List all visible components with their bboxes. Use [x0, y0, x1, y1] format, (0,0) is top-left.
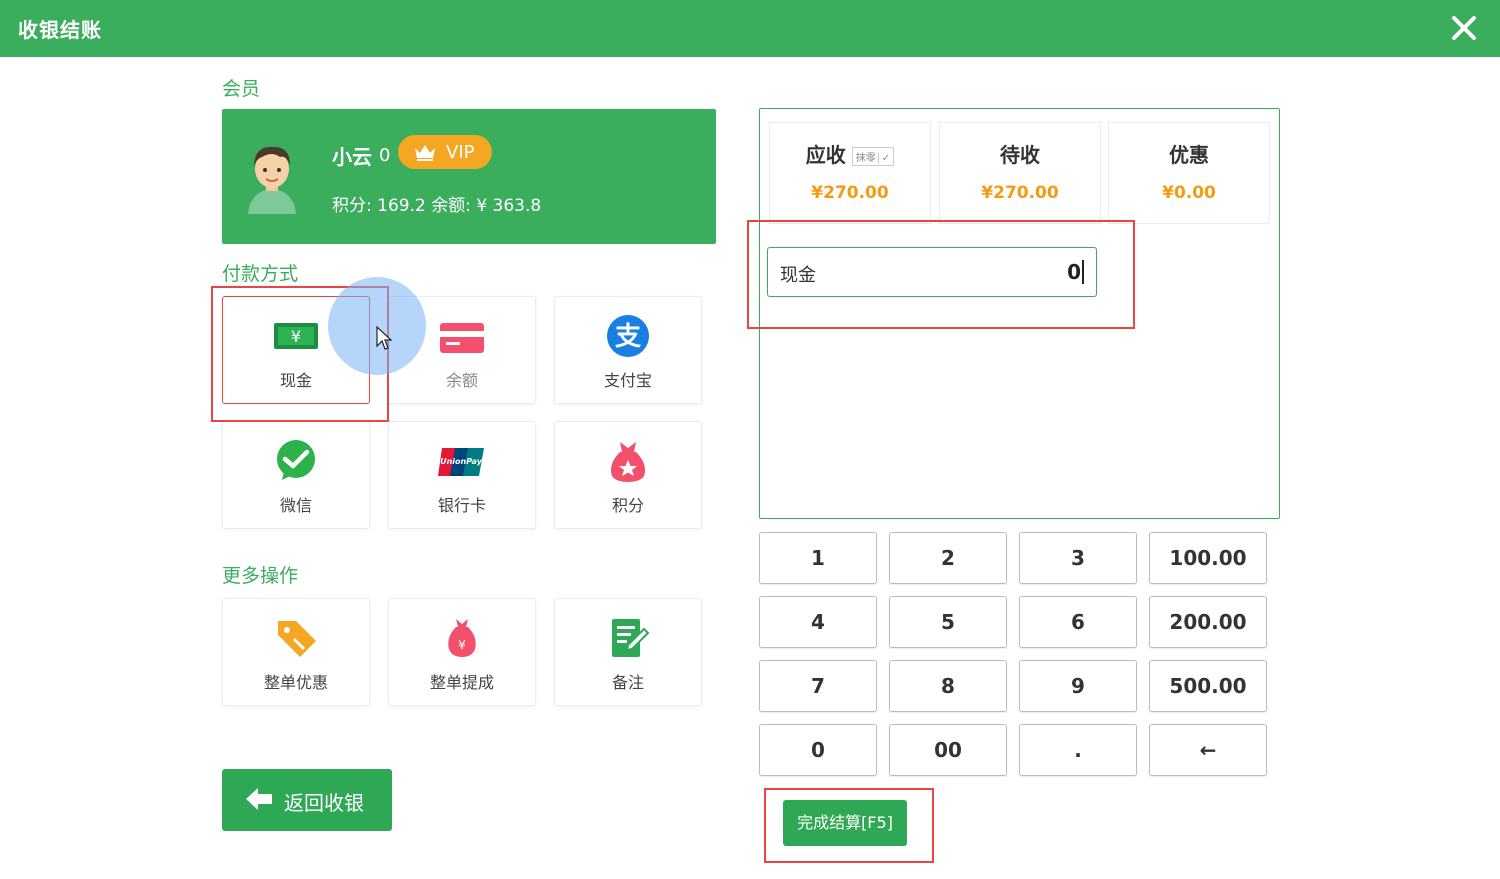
receivable-label-row: 应收 抹零 ✓ — [770, 139, 930, 168]
payment-label: 余额 — [445, 371, 478, 390]
window-title: 收银结账 — [18, 18, 102, 42]
member-card[interactable]: 小云 0 VIP 积分: 169.2 余额: ¥ 363.8 — [222, 109, 716, 244]
vip-badge: VIP — [398, 135, 492, 169]
moling-label: 抹零 — [855, 153, 876, 164]
card-icon — [440, 323, 484, 353]
finish-highlight-box — [764, 788, 934, 863]
keypad-key-7[interactable]: 7 — [759, 660, 877, 712]
back-button-label: 返回收银 — [284, 791, 364, 815]
back-to-checkout-button[interactable]: 返回收银 — [222, 769, 392, 831]
receivable-stat: 应收 抹零 ✓ ¥270.00 — [769, 122, 931, 224]
keypad-key-5[interactable]: 5 — [889, 596, 1007, 648]
alipay-icon: 支 — [607, 315, 649, 357]
moling-checkbox[interactable]: 抹零 ✓ — [851, 147, 895, 166]
money-bag-icon: ¥ — [448, 619, 476, 657]
member-count: 0 — [379, 145, 391, 166]
svg-text:UnionPay: UnionPay — [440, 457, 483, 466]
points-bag-icon — [611, 442, 645, 482]
action-label: 整单提成 — [429, 673, 494, 692]
note-icon — [612, 619, 650, 657]
tag-icon — [278, 621, 316, 657]
keypad-key-200[interactable]: 200.00 — [1149, 596, 1267, 648]
title-bar: 收银结账 — [0, 0, 1500, 57]
keypad-key-0[interactable]: 0 — [759, 724, 877, 776]
payment-label: 支付宝 — [603, 371, 652, 390]
input-highlight-box — [747, 220, 1135, 329]
discount-stat: 优惠 ¥0.00 — [1108, 122, 1270, 224]
member-section-label: 会员 — [222, 78, 261, 100]
close-icon[interactable] — [1448, 12, 1480, 44]
payment-label: 银行卡 — [437, 496, 486, 515]
action-label: 整单优惠 — [263, 673, 328, 692]
pending-stat: 待收 ¥270.00 — [939, 122, 1101, 224]
keypad-key-dot[interactable]: . — [1019, 724, 1137, 776]
vip-label: VIP — [446, 142, 475, 163]
action-remark[interactable]: 备注 — [554, 598, 702, 706]
avatar-icon — [248, 146, 296, 214]
member-info: 积分: 169.2 余额: ¥ 363.8 — [332, 196, 542, 216]
keypad-key-00[interactable]: 00 — [889, 724, 1007, 776]
receivable-value: ¥270.00 — [811, 183, 889, 203]
crown-icon — [415, 145, 435, 161]
payment-alipay[interactable]: 支 支付宝 — [554, 296, 702, 404]
check-icon: ✓ — [877, 153, 890, 164]
discount-label: 优惠 — [1169, 143, 1209, 167]
keypad-key-100[interactable]: 100.00 — [1149, 532, 1267, 584]
action-order-discount[interactable]: 整单优惠 — [222, 598, 370, 706]
svg-text:支: 支 — [615, 322, 641, 352]
action-label: 备注 — [611, 673, 644, 692]
svg-text:¥: ¥ — [458, 638, 466, 652]
payment-section-label: 付款方式 — [222, 263, 299, 285]
payment-points[interactable]: 积分 — [554, 421, 702, 529]
keypad-key-9[interactable]: 9 — [1019, 660, 1137, 712]
mouse-cursor-icon — [376, 326, 392, 350]
action-order-commission[interactable]: ¥ 整单提成 — [388, 598, 536, 706]
receivable-label: 应收 — [805, 143, 846, 167]
discount-value: ¥0.00 — [1162, 183, 1216, 203]
keypad-key-3[interactable]: 3 — [1019, 532, 1137, 584]
member-name: 小云 — [332, 145, 372, 169]
payment-bank-card[interactable]: UnionPay 银行卡 — [388, 421, 536, 529]
keypad-key-1[interactable]: 1 — [759, 532, 877, 584]
keypad-key-8[interactable]: 8 — [889, 660, 1007, 712]
payment-wechat[interactable]: 微信 — [222, 421, 370, 529]
keypad-key-2[interactable]: 2 — [889, 532, 1007, 584]
keypad-key-4[interactable]: 4 — [759, 596, 877, 648]
payment-label: 积分 — [611, 496, 644, 515]
arrow-left-icon — [246, 788, 272, 810]
pending-value: ¥270.00 — [981, 183, 1059, 203]
pending-label: 待收 — [1000, 143, 1040, 167]
payment-label: 微信 — [279, 496, 312, 515]
unionpay-icon: UnionPay — [438, 448, 484, 476]
keypad-key-500[interactable]: 500.00 — [1149, 660, 1267, 712]
more-section-label: 更多操作 — [222, 565, 299, 587]
keypad-backspace[interactable]: ← — [1149, 724, 1267, 776]
keypad-key-6[interactable]: 6 — [1019, 596, 1137, 648]
wechat-icon — [277, 440, 315, 480]
